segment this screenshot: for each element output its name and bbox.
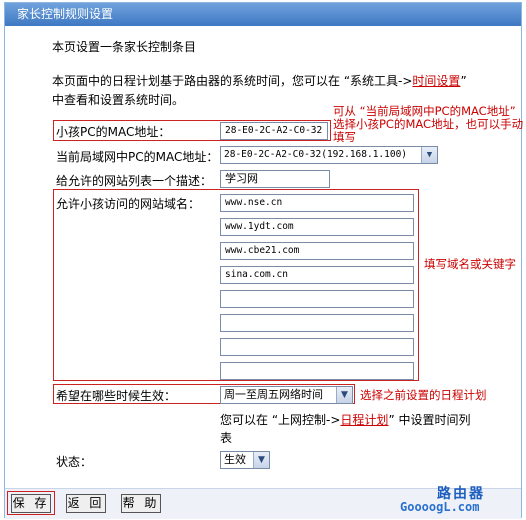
domain-input-6[interactable]	[220, 314, 414, 332]
intro-desc-line2: 中查看和设置系统时间。	[52, 93, 185, 107]
schedule-select-value: 周一至周五网络时间	[224, 388, 323, 401]
domain-input-1[interactable]: www.nse.cn	[220, 194, 414, 212]
help-button[interactable]: 帮 助	[121, 494, 161, 513]
domain-input-7[interactable]	[220, 338, 414, 356]
schedule-hint-part2: ” 中设置时间列	[388, 413, 471, 427]
chevron-down-icon[interactable]: ▼	[253, 452, 269, 468]
domains-label: 允许小孩访问的网站域名：	[56, 197, 201, 211]
schedule-plan-link[interactable]: 日程计划	[340, 413, 388, 427]
lan-mac-select[interactable]: 28-E0-2C-A2-C0-32(192.168.1.100) ▼	[220, 146, 438, 164]
domain-input-8[interactable]	[220, 362, 414, 380]
domain-input-2[interactable]: www.1ydt.com	[220, 218, 414, 236]
mac-annotation-line3: 填写	[333, 130, 356, 144]
schedule-annotation: 选择之前设置的日程计划	[360, 388, 487, 402]
schedule-hint-part1: 您可以在 “上网控制->	[220, 413, 341, 427]
domain-input-3[interactable]: www.cbe21.com	[220, 242, 414, 260]
intro-desc-part1: 本页面中的日程计划基于路由器的系统时间，您可以在 “系统工具->	[52, 74, 413, 88]
back-button[interactable]: 返 回	[66, 494, 106, 513]
time-settings-link[interactable]: 时间设置	[412, 74, 460, 88]
status-label: 状态：	[56, 455, 93, 469]
chevron-down-icon[interactable]: ▼	[421, 147, 437, 163]
watermark-line2: GoooogL.com	[400, 500, 480, 514]
description-label: 给允许的网站列表一个描述：	[56, 174, 213, 188]
domain-input-4[interactable]: sina.com.cn	[220, 266, 414, 284]
schedule-label: 希望在哪些时候生效：	[56, 389, 177, 403]
child-mac-input[interactable]: 28-E0-2C-A2-C0-32	[220, 122, 328, 140]
domain-annotation: 填写域名或关键字	[424, 257, 516, 271]
schedule-hint-line2: 表	[220, 431, 233, 445]
window-title: 家长控制规则设置	[5, 3, 521, 26]
child-mac-label: 小孩PC的MAC地址：	[56, 125, 171, 139]
save-button[interactable]: 保 存	[11, 494, 51, 513]
intro-desc-part2: ”	[460, 74, 467, 88]
schedule-select[interactable]: 周一至周五网络时间 ▼	[220, 386, 353, 404]
lan-mac-label: 当前局域网中PC的MAC地址：	[56, 150, 219, 164]
status-select[interactable]: 生效 ▼	[220, 451, 270, 469]
lan-mac-select-value: 28-E0-2C-A2-C0-32(192.168.1.100)	[224, 149, 408, 160]
mac-annotation-line2: 选择小孩PC的MAC地址，也可以手动	[333, 117, 524, 131]
chevron-down-icon[interactable]: ▼	[336, 387, 352, 403]
domain-input-5[interactable]	[220, 290, 414, 308]
schedule-hint: 您可以在 “上网控制->日程计划” 中设置时间列	[220, 411, 470, 428]
status-select-value: 生效	[224, 453, 246, 466]
description-input[interactable]: 学习网	[220, 170, 330, 188]
page-heading: 本页设置一条家长控制条目	[52, 40, 197, 54]
intro-desc: 本页面中的日程计划基于路由器的系统时间，您可以在 “系统工具->时间设置”	[52, 72, 467, 89]
